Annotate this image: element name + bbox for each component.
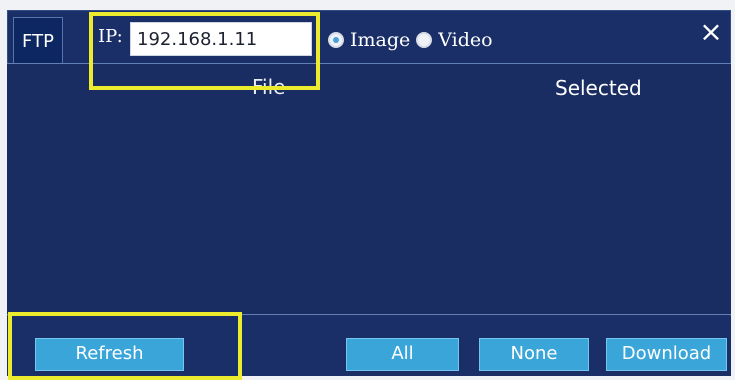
close-icon[interactable]: ×	[697, 18, 725, 46]
file-column-header: File	[252, 75, 286, 99]
select-all-button[interactable]: All	[346, 338, 459, 371]
media-type-group: Image Video	[328, 29, 493, 51]
selected-column-header: Selected	[555, 76, 642, 100]
tab-ftp[interactable]: FTP	[13, 17, 63, 65]
video-radio[interactable]	[416, 32, 433, 48]
ip-input[interactable]	[130, 22, 312, 56]
ftp-dialog: FTP IP: Image Video × File Selected Refr…	[0, 0, 735, 380]
video-radio-label: Video	[438, 29, 493, 51]
image-radio-label: Image	[350, 29, 411, 51]
file-list-panel: File Selected	[7, 63, 731, 315]
refresh-button[interactable]: Refresh	[35, 338, 184, 371]
image-radio[interactable]	[328, 32, 344, 48]
select-none-button[interactable]: None	[479, 338, 589, 371]
download-button[interactable]: Download	[606, 338, 727, 371]
ip-label: IP:	[98, 26, 123, 47]
tab-ftp-label: FTP	[22, 31, 54, 52]
